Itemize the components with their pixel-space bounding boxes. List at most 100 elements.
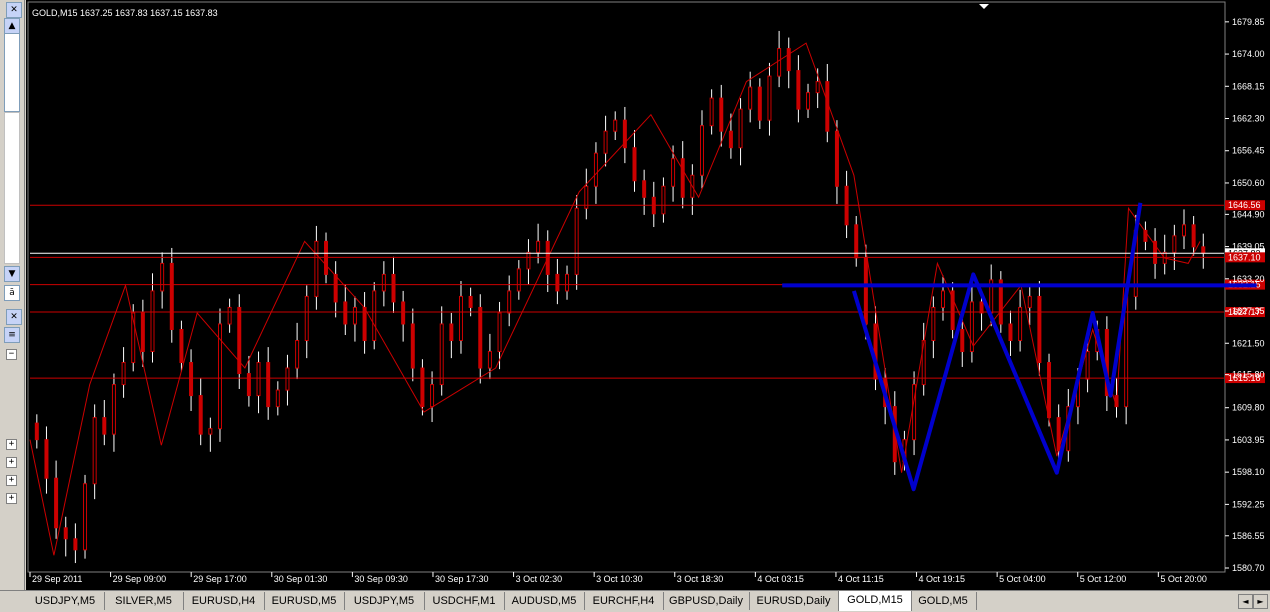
candle-body — [507, 290, 512, 314]
y-tick-label: 1639.05 — [1232, 242, 1265, 252]
candle-body — [786, 48, 791, 72]
price-chart[interactable]: GOLD,M15 1637.25 1637.83 1637.15 1637.83… — [26, 0, 1270, 590]
tab-chart[interactable]: USDJPY,M5 — [344, 592, 425, 610]
y-tick-label: 1598.10 — [1232, 467, 1265, 477]
candle-body — [102, 417, 107, 435]
candle-body — [1181, 224, 1186, 237]
y-tick-label: 1679.85 — [1232, 17, 1265, 27]
candle-body — [613, 119, 618, 132]
candle-body — [381, 273, 386, 292]
x-tick-label: 5 Oct 12:00 — [1080, 574, 1127, 584]
tab-chart[interactable]: AUDUSD,M5 — [504, 592, 585, 610]
arrow-down-icon[interactable]: ▼ — [4, 266, 20, 282]
candle-body — [458, 295, 463, 342]
candle-body — [1027, 295, 1032, 308]
candle-body — [565, 273, 570, 292]
x-tick-label: 3 Oct 02:30 — [516, 574, 563, 584]
chart-tabs-bar: ◄ ► USDJPY,M5 SILVER,M5 EURUSD,H4 EURUSD,M5… — [0, 590, 1270, 612]
y-tick-label: 1633.20 — [1232, 274, 1265, 284]
candle-body — [333, 273, 338, 303]
candle-body — [34, 422, 39, 441]
candle-body — [680, 158, 685, 198]
tab-chart[interactable]: SILVER,M5 — [104, 592, 184, 610]
candle-body — [430, 384, 435, 408]
tab-chart[interactable]: EURUSD,M5 — [264, 592, 345, 610]
y-tick-label: 1627.35 — [1232, 306, 1265, 316]
candle-body — [401, 301, 406, 325]
chart-header: GOLD,M15 1637.25 1637.83 1637.15 1637.83 — [32, 8, 218, 18]
candle-body — [709, 97, 714, 127]
candle-body — [391, 273, 396, 303]
candle-body — [266, 362, 271, 408]
close-icon[interactable]: ✕ — [6, 2, 22, 18]
close-icon[interactable]: ✕ — [6, 309, 22, 325]
candle-body — [555, 273, 560, 292]
candle-body — [285, 367, 290, 391]
candle-body — [478, 306, 483, 369]
candle-body — [1037, 295, 1042, 364]
candle-body — [468, 295, 473, 308]
tab-chart[interactable]: USDCHF,M1 — [424, 592, 505, 610]
candle-body — [526, 251, 531, 270]
y-tick-label: 1662.30 — [1232, 114, 1265, 124]
navigator-icon[interactable]: ≡ — [4, 327, 20, 343]
candle-body — [960, 328, 965, 353]
candle-body — [295, 340, 300, 369]
y-tick-label: 1603.95 — [1232, 435, 1265, 445]
x-tick-label: 3 Oct 18:30 — [677, 574, 724, 584]
candle-body — [83, 483, 88, 551]
tab-chart[interactable]: EURUSD,H4 — [183, 592, 265, 610]
candle-body — [169, 262, 174, 330]
candle-body — [940, 290, 945, 308]
plus-icon[interactable]: + — [6, 439, 17, 450]
candle-body — [449, 323, 454, 342]
y-tick-label: 1644.90 — [1232, 209, 1265, 219]
candle-body — [825, 81, 830, 132]
candle-body — [815, 81, 820, 94]
x-tick-label: 5 Oct 04:00 — [999, 574, 1046, 584]
candle-body — [516, 268, 521, 292]
arrow-up-icon[interactable]: ▲ — [4, 18, 20, 34]
candle-body — [1008, 323, 1013, 342]
candle-body — [150, 290, 155, 353]
candle-body — [834, 130, 839, 187]
tab-chart[interactable]: GBPUSD,Daily — [663, 592, 750, 610]
tab-chart[interactable]: EURUSD,Daily — [749, 592, 839, 610]
y-tick-label: 1580.70 — [1232, 563, 1265, 573]
arrow-left-icon[interactable]: ◄ — [1238, 594, 1253, 609]
candle-body — [777, 48, 782, 77]
candle-body — [632, 147, 637, 182]
candle-body — [661, 185, 666, 215]
market-watch-list[interactable] — [4, 112, 20, 264]
candle-body — [189, 362, 194, 397]
candle-body — [140, 312, 145, 353]
minus-icon[interactable]: − — [6, 349, 17, 360]
plus-icon[interactable]: + — [6, 457, 17, 468]
candle-body — [92, 417, 97, 485]
candle-body — [603, 130, 608, 154]
x-tick-label: 29 Sep 17:00 — [193, 574, 247, 584]
tab-chart[interactable]: USDJPY,M5 — [26, 592, 105, 610]
candle-body — [748, 86, 753, 110]
x-tick-label: 5 Oct 20:00 — [1160, 574, 1207, 584]
y-tick-label: 1592.25 — [1232, 499, 1265, 509]
x-tick-label: 4 Oct 19:15 — [919, 574, 966, 584]
panel-tab-icon[interactable]: ā — [4, 285, 20, 301]
tab-chart[interactable]: GOLD,M5 — [910, 592, 977, 610]
candle-body — [719, 97, 724, 132]
candle-body — [439, 323, 444, 386]
y-tick-label: 1586.55 — [1232, 531, 1265, 541]
candle-body — [642, 180, 647, 198]
candle-body — [208, 428, 213, 435]
plus-icon[interactable]: + — [6, 475, 17, 486]
candle-body — [63, 527, 68, 540]
plus-icon[interactable]: + — [6, 493, 17, 504]
x-tick-label: 30 Sep 01:30 — [274, 574, 328, 584]
candle-body — [1201, 246, 1206, 254]
candle-body — [121, 362, 126, 386]
tab-chart[interactable]: EURCHF,H4 — [584, 592, 664, 610]
x-tick-label: 4 Oct 11:15 — [838, 574, 884, 584]
arrow-right-icon[interactable]: ► — [1253, 594, 1268, 609]
tab-chart[interactable]: GOLD,M15 — [838, 591, 912, 611]
chart-window[interactable]: GOLD,M15 1637.25 1637.83 1637.15 1637.83… — [26, 0, 1270, 590]
